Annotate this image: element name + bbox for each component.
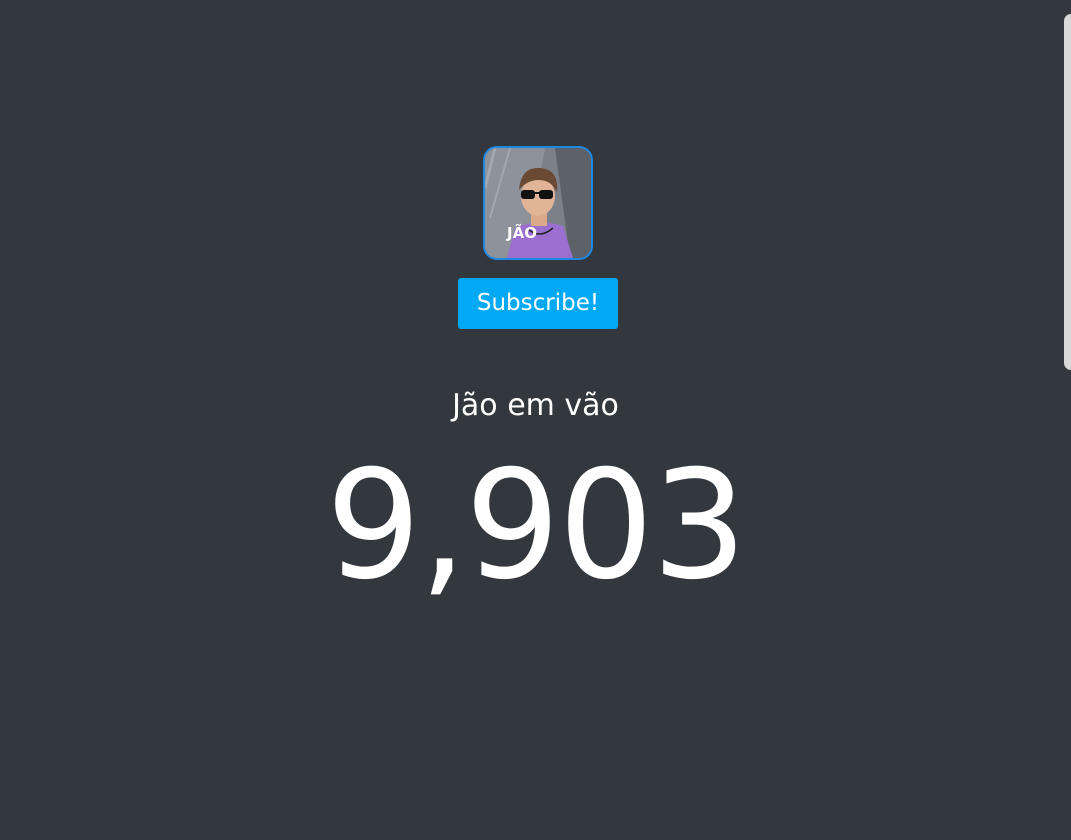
subscriber-counter-page: JÃO Subscribe! Jão em vão 9,903	[0, 0, 1071, 840]
channel-avatar[interactable]: JÃO	[483, 146, 593, 260]
subscribe-button[interactable]: Subscribe!	[458, 278, 618, 329]
avatar-photo-icon: JÃO	[485, 148, 591, 258]
avatar-badge-text: JÃO	[506, 223, 537, 242]
channel-name: Jão em vão	[452, 388, 619, 423]
subscriber-count: 9,903	[325, 439, 747, 613]
scrollbar[interactable]	[1064, 14, 1071, 370]
